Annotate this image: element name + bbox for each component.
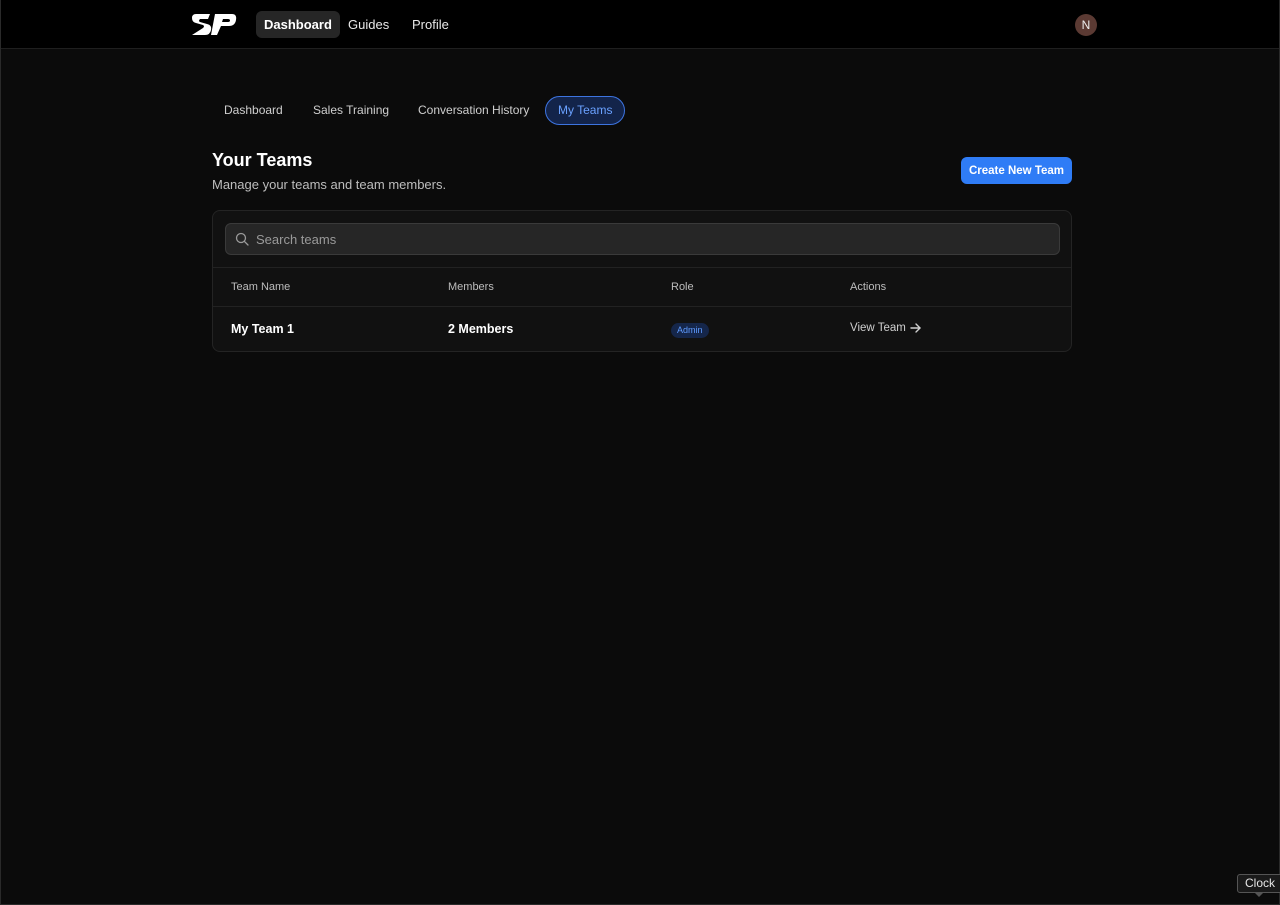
page-subtitle: Manage your teams and team members. bbox=[212, 177, 447, 192]
column-header-team-name[interactable]: Team Name bbox=[231, 281, 290, 293]
sp-logo-icon[interactable] bbox=[188, 11, 238, 38]
clock-tooltip: Clock bbox=[1237, 874, 1280, 893]
column-header-members[interactable]: Members bbox=[448, 281, 494, 293]
view-team-label: View Team bbox=[850, 322, 906, 334]
column-header-actions: Actions bbox=[850, 281, 887, 293]
tab-conversation-history[interactable]: Conversation History bbox=[406, 96, 541, 125]
avatar[interactable]: N bbox=[1075, 14, 1097, 36]
view-team-link[interactable]: View Team bbox=[850, 322, 921, 334]
top-navbar: Dashboard Guides Profile N bbox=[1, 0, 1279, 49]
nav-guides[interactable]: Guides bbox=[340, 11, 397, 38]
nav-profile[interactable]: Profile bbox=[404, 11, 457, 38]
column-header-role[interactable]: Role bbox=[671, 281, 694, 293]
tab-sales-training[interactable]: Sales Training bbox=[301, 96, 401, 125]
nav-dashboard[interactable]: Dashboard bbox=[256, 11, 340, 38]
table-row[interactable]: My Team 1 2 Members Admin View Team bbox=[213, 307, 1071, 351]
teams-card: Team Name Members Role Actions My Team 1… bbox=[212, 210, 1072, 352]
search-box[interactable] bbox=[225, 223, 1060, 255]
tooltip-arrow bbox=[1254, 892, 1264, 897]
role-badge: Admin bbox=[671, 323, 709, 338]
members-cell: 2 Members bbox=[448, 322, 514, 336]
app-window bbox=[0, 0, 1280, 905]
create-new-team-button[interactable]: Create New Team bbox=[961, 157, 1072, 184]
search-icon bbox=[235, 232, 249, 246]
team-name-cell: My Team 1 bbox=[231, 322, 294, 336]
page-title: Your Teams bbox=[212, 150, 313, 170]
table-header: Team Name Members Role Actions bbox=[213, 267, 1071, 307]
search-input[interactable] bbox=[256, 224, 1046, 254]
tab-my-teams[interactable]: My Teams bbox=[545, 96, 626, 125]
arrow-right-icon bbox=[910, 323, 921, 333]
tab-dashboard[interactable]: Dashboard bbox=[212, 96, 295, 125]
